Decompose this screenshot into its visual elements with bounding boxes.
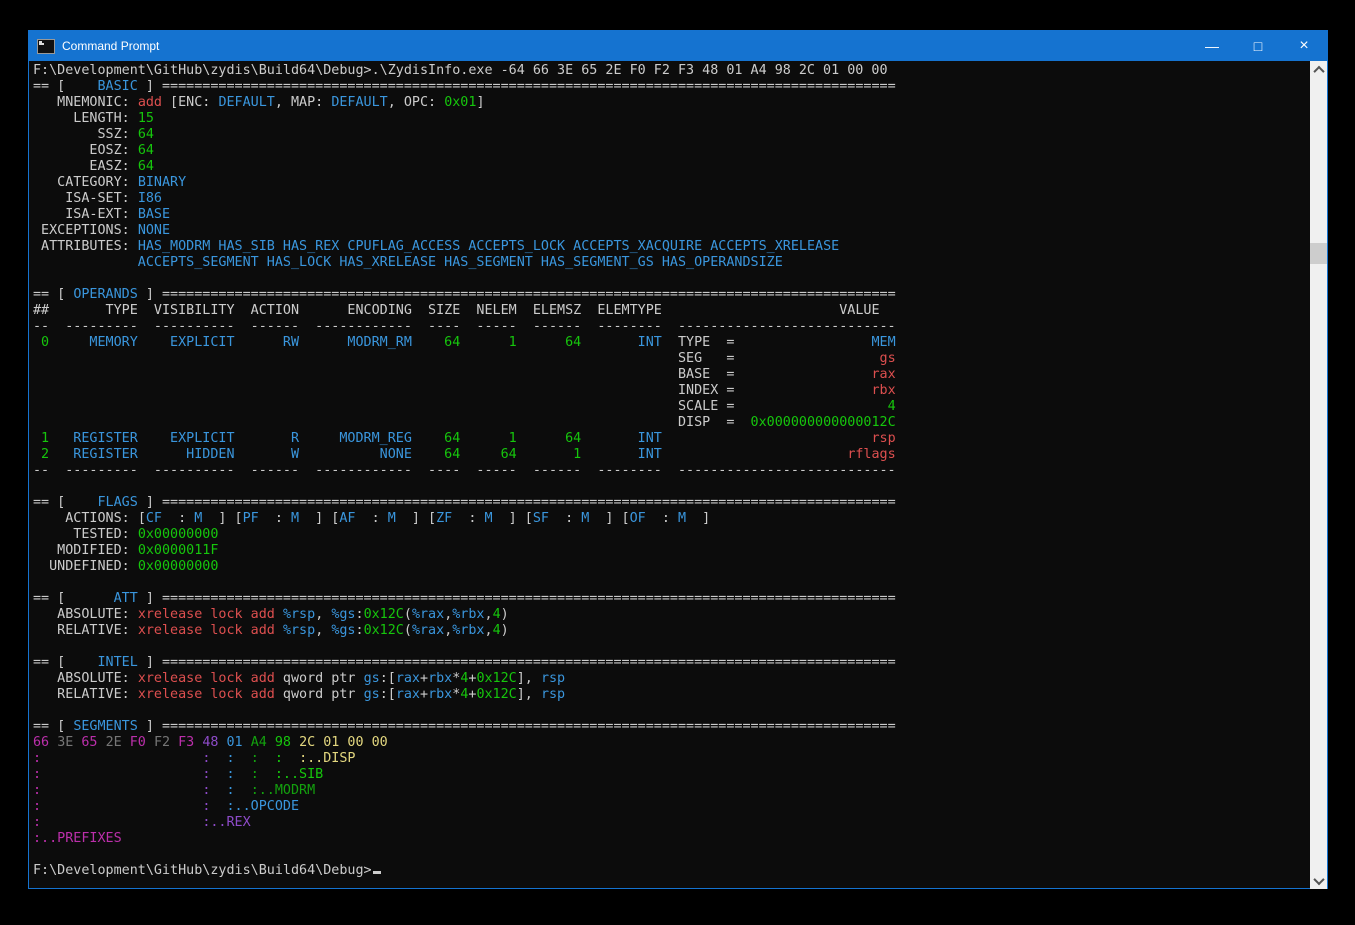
minimize-button[interactable]: — [1189,31,1235,61]
terminal-line: ISA-SET: I86 [33,191,1310,207]
terminal-line: F:\Development\GitHub\zydis\Build64\Debu… [33,863,1310,879]
terminal-line: 0 MEMORY EXPLICIT RW MODRM_RM 64 1 64 IN… [33,335,1310,351]
terminal-line: 2 REGISTER HIDDEN W NONE 64 64 1 INT rfl… [33,447,1310,463]
terminal-line: == [ SEGMENTS ] ========================… [33,719,1310,735]
terminal-line: F:\Development\GitHub\zydis\Build64\Debu… [33,63,1310,79]
terminal-line: ## TYPE VISIBILITY ACTION ENCODING SIZE … [33,303,1310,319]
terminal-line: TESTED: 0x00000000 [33,527,1310,543]
terminal[interactable]: F:\Development\GitHub\zydis\Build64\Debu… [29,61,1327,889]
scrollbar-thumb[interactable] [1310,243,1327,264]
terminal-line: EASZ: 64 [33,159,1310,175]
close-icon: × [1299,37,1308,55]
maximize-icon: □ [1254,38,1262,54]
terminal-line: CATEGORY: BINARY [33,175,1310,191]
terminal-line: 66 3E 65 2E F0 F2 F3 48 01 A4 98 2C 01 0… [33,735,1310,751]
prompt-cursor [373,871,381,874]
terminal-line: ACCEPTS_SEGMENT HAS_LOCK HAS_XRELEASE HA… [33,255,1310,271]
terminal-line: : : :..OPCODE [33,799,1310,815]
terminal-output: F:\Development\GitHub\zydis\Build64\Debu… [29,61,1310,889]
window-titlebar[interactable]: Command Prompt — □ × [29,31,1327,61]
terminal-line: 1 REGISTER EXPLICIT R MODRM_REG 64 1 64 … [33,431,1310,447]
terminal-line: BASE = rax [33,367,1310,383]
terminal-line: ISA-EXT: BASE [33,207,1310,223]
window-title: Command Prompt [62,39,159,53]
terminal-line [33,479,1310,495]
terminal-line: == [ FLAGS ] ===========================… [33,495,1310,511]
terminal-line: INDEX = rbx [33,383,1310,399]
terminal-line: EOSZ: 64 [33,143,1310,159]
terminal-line: LENGTH: 15 [33,111,1310,127]
window-controls: — □ × [1189,31,1327,61]
terminal-line: ACTIONS: [CF : M ] [PF : M ] [AF : M ] [… [33,511,1310,527]
terminal-line: -- --------- ---------- ------ ---------… [33,319,1310,335]
terminal-line: DISP = 0x000000000000012C [33,415,1310,431]
terminal-line: == [ BASIC ] ===========================… [33,79,1310,95]
terminal-line: : : : : : :..DISP [33,751,1310,767]
terminal-line: RELATIVE: xrelease lock add %rsp, %gs:0x… [33,623,1310,639]
terminal-line: : : : :..MODRM [33,783,1310,799]
terminal-line: UNDEFINED: 0x00000000 [33,559,1310,575]
terminal-line: RELATIVE: xrelease lock add qword ptr gs… [33,687,1310,703]
cmd-icon[interactable] [37,39,55,54]
terminal-line: SEG = gs [33,351,1310,367]
terminal-line [33,847,1310,863]
terminal-line: SCALE = 4 [33,399,1310,415]
terminal-line: == [ INTEL ] ===========================… [33,655,1310,671]
terminal-line: ABSOLUTE: xrelease lock add %rsp, %gs:0x… [33,607,1310,623]
terminal-line: SSZ: 64 [33,127,1310,143]
scrollbar[interactable] [1310,61,1327,889]
terminal-line: == [ OPERANDS ] ========================… [33,287,1310,303]
terminal-line: == [ ATT ] =============================… [33,591,1310,607]
terminal-line: MODIFIED: 0x0000011F [33,543,1310,559]
terminal-line [33,703,1310,719]
terminal-line: ATTRIBUTES: HAS_MODRM HAS_SIB HAS_REX CP… [33,239,1310,255]
chevron-up-icon [1313,65,1324,76]
terminal-line: MNEMONIC: add [ENC: DEFAULT, MAP: DEFAUL… [33,95,1310,111]
scrollbar-up-arrow[interactable] [1310,61,1327,78]
terminal-line: -- --------- ---------- ------ ---------… [33,463,1310,479]
terminal-line [33,639,1310,655]
terminal-line: :..PREFIXES [33,831,1310,847]
terminal-line [33,271,1310,287]
scrollbar-down-arrow[interactable] [1310,872,1327,889]
terminal-line: ABSOLUTE: xrelease lock add qword ptr gs… [33,671,1310,687]
terminal-line: : :..REX [33,815,1310,831]
terminal-line: EXCEPTIONS: NONE [33,223,1310,239]
terminal-line [33,575,1310,591]
minimize-icon: — [1205,38,1219,54]
cmd-window: Command Prompt — □ × F:\Development\GitH… [28,30,1328,889]
terminal-line: : : : : :..SIB [33,767,1310,783]
maximize-button[interactable]: □ [1235,31,1281,61]
close-button[interactable]: × [1281,31,1327,61]
chevron-down-icon [1313,873,1324,884]
